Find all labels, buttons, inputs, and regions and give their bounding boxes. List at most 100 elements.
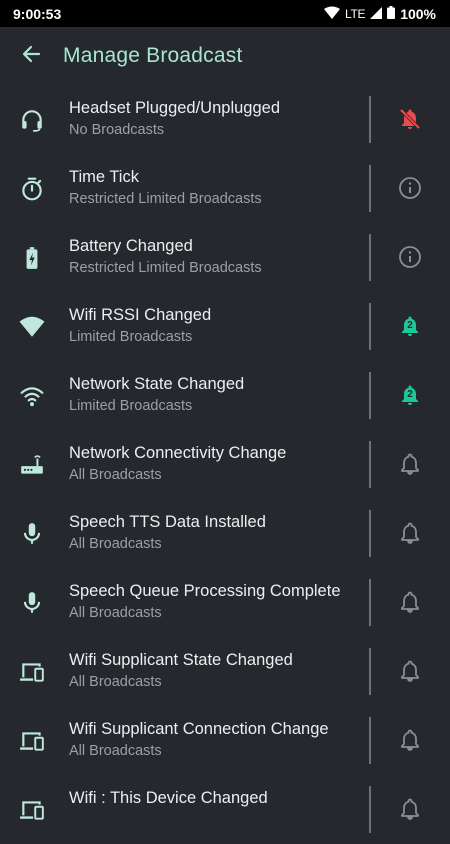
vertical-divider [369, 441, 371, 488]
item-subtitle: No Broadcasts [69, 122, 165, 138]
info-button[interactable] [394, 172, 426, 204]
bell-icon [398, 452, 422, 476]
bell-icon [398, 728, 422, 752]
bell-icon [398, 659, 422, 683]
back-arrow-icon [21, 44, 41, 69]
vertical-divider [369, 648, 371, 695]
item-text: Wifi : This Device Changed [69, 788, 360, 810]
item-text: Speech Queue Processing Complete All Broa… [69, 581, 360, 623]
bell-off-icon [398, 107, 422, 131]
item-title: Wifi Supplicant State Changed [69, 651, 293, 669]
item-subtitle: All Broadcasts [69, 674, 162, 690]
bell-button[interactable] [394, 586, 426, 618]
info-icon [398, 245, 422, 269]
list-item[interactable]: Speech Queue Processing Complete All Broa… [0, 568, 450, 637]
item-subtitle: All Broadcasts [69, 467, 162, 483]
vertical-divider [369, 717, 371, 764]
status-bar: 9:00:53 LTE 100% [0, 0, 450, 27]
bell-icon [398, 590, 422, 614]
list-item[interactable]: Wifi : This Device Changed [0, 775, 450, 844]
item-text: Speech TTS Data Installed All Broadcasts [69, 512, 360, 554]
bell-icon [398, 797, 422, 821]
item-text: Wifi Supplicant Connection Change All Bro… [69, 719, 360, 761]
bell-count-icon: 2 [398, 383, 422, 407]
list-item[interactable]: Wifi Supplicant State Changed All Broadca… [0, 637, 450, 706]
info-button[interactable] [394, 241, 426, 273]
app-bar: Manage Broadcast [0, 27, 450, 85]
item-title: Battery Changed [69, 237, 193, 255]
back-button[interactable] [11, 36, 51, 76]
vertical-divider [369, 786, 371, 833]
timer-icon [18, 175, 46, 203]
page-title: Manage Broadcast [63, 44, 243, 67]
bell-count-icon: 2 [398, 314, 422, 338]
vertical-divider [369, 579, 371, 626]
notification-count: 2 [407, 320, 413, 331]
notification-count: 2 [407, 389, 413, 400]
vertical-divider [369, 372, 371, 419]
list-item[interactable]: Speech TTS Data Installed All Broadcasts [0, 499, 450, 568]
status-time: 9:00:53 [13, 5, 62, 22]
battery-level: 100% [400, 5, 436, 22]
item-text: Time Tick Restricted Limited Broadcasts [69, 167, 360, 209]
bell-count-button[interactable]: 2 [394, 310, 426, 342]
list-item[interactable]: Headset Plugged/Unplugged No Broadcasts [0, 85, 450, 154]
wifi-icon [18, 382, 46, 410]
info-icon [398, 176, 422, 200]
item-title: Network State Changed [69, 375, 245, 393]
bell-count-button[interactable]: 2 [394, 379, 426, 411]
item-subtitle: Restricted Limited Broadcasts [69, 260, 262, 276]
item-subtitle: All Broadcasts [69, 605, 162, 621]
bell-button[interactable] [394, 793, 426, 825]
vertical-divider [369, 234, 371, 281]
item-title: Network Connectivity Change [69, 444, 287, 462]
item-title: Time Tick [69, 168, 139, 186]
devices-icon [18, 658, 46, 686]
headset-icon [18, 106, 46, 134]
list-item[interactable]: Wifi Supplicant Connection Change All Bro… [0, 706, 450, 775]
item-title: Speech Queue Processing Complete [69, 582, 341, 600]
item-subtitle: Restricted Limited Broadcasts [69, 191, 262, 207]
item-text: Wifi Supplicant State Changed All Broadca… [69, 650, 360, 692]
vertical-divider [369, 303, 371, 350]
bell-icon [398, 521, 422, 545]
bell-button[interactable] [394, 724, 426, 756]
network-type: LTE [344, 6, 366, 21]
wifi-status-icon [323, 6, 340, 22]
item-subtitle: Limited Broadcasts [69, 329, 193, 345]
mic-icon [18, 520, 46, 548]
vertical-divider [369, 96, 371, 143]
wifi-signal-icon [18, 313, 46, 341]
item-text: Network Connectivity Change All Broadcast… [69, 443, 360, 485]
item-title: Headset Plugged/Unplugged [69, 99, 280, 117]
item-title: Speech TTS Data Installed [69, 513, 266, 531]
item-title: Wifi RSSI Changed [69, 306, 212, 324]
bell-button[interactable] [394, 448, 426, 480]
item-subtitle: All Broadcasts [69, 743, 162, 759]
list-item[interactable]: Battery Changed Restricted Limited Broadc… [0, 223, 450, 292]
item-subtitle: Limited Broadcasts [69, 398, 193, 414]
item-text: Headset Plugged/Unplugged No Broadcasts [69, 98, 360, 140]
list-item[interactable]: Time Tick Restricted Limited Broadcasts [0, 154, 450, 223]
battery-icon [387, 5, 396, 22]
item-subtitle: All Broadcasts [69, 536, 162, 552]
item-title: Wifi : This Device Changed [69, 789, 268, 807]
battery-charging-icon [18, 244, 46, 272]
cell-signal-icon [370, 6, 383, 22]
router-icon [18, 451, 46, 479]
item-text: Wifi RSSI Changed Limited Broadcasts [69, 305, 360, 347]
item-text: Battery Changed Restricted Limited Broadc… [69, 236, 360, 278]
status-icons: LTE 100% [323, 5, 436, 22]
list-item[interactable]: Network Connectivity Change All Broadcast… [0, 430, 450, 499]
vertical-divider [369, 510, 371, 557]
list-item[interactable]: Network State Changed Limited Broadcasts 2 [0, 361, 450, 430]
devices-icon [18, 727, 46, 755]
item-text: Network State Changed Limited Broadcasts [69, 374, 360, 416]
bell-button[interactable] [394, 655, 426, 687]
mic-icon [18, 589, 46, 617]
broadcast-list: Headset Plugged/Unplugged No Broadcasts Ti… [0, 85, 450, 844]
list-item[interactable]: Wifi RSSI Changed Limited Broadcasts 2 [0, 292, 450, 361]
vertical-divider [369, 165, 371, 212]
bell-button[interactable] [394, 517, 426, 549]
bell-off-button[interactable] [394, 103, 426, 135]
